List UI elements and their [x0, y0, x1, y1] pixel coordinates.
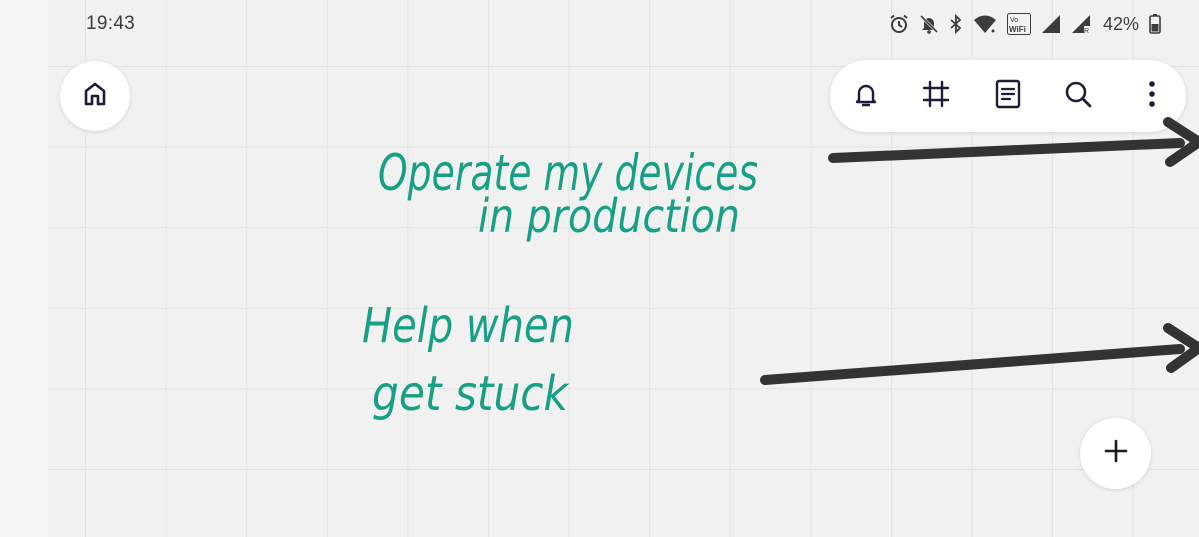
- add-button[interactable]: [1080, 418, 1151, 489]
- handwritten-note-1[interactable]: Operate my devices in production: [378, 144, 758, 243]
- ink-layer: Operate my devices in production Help wh…: [362, 117, 1199, 422]
- plus-icon: [1103, 438, 1129, 469]
- handwritten-note-2[interactable]: Help when get stuck: [362, 298, 574, 422]
- note-2-line-2: get stuck: [372, 366, 570, 422]
- note-2-line-1: Help when: [362, 298, 574, 354]
- arrow-1[interactable]: [828, 117, 1199, 167]
- note-1-line-2: in production: [478, 189, 740, 243]
- arrow-2[interactable]: [760, 323, 1199, 385]
